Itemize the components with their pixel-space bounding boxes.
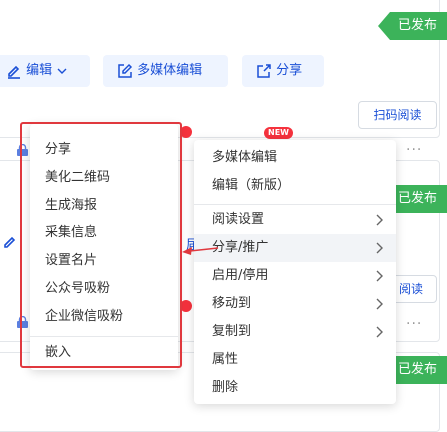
annotation-arrow-icon (182, 247, 219, 255)
edit-square-icon (118, 63, 133, 78)
chevron-right-icon (376, 242, 383, 254)
menu-item-enable-disable[interactable]: 启用/停用 (194, 262, 396, 290)
chevron-right-icon (376, 214, 383, 226)
menu-item-move-to[interactable]: 移动到 (194, 290, 396, 318)
context-menu: 多媒体编辑 编辑（新版） 阅读设置 分享/推广 启用/停用 移动到 复制到 属性… (194, 140, 396, 404)
annotation-highlight-box (20, 122, 182, 368)
menu-item-reading-settings[interactable]: 阅读设置 (194, 206, 396, 234)
more-actions-button[interactable]: ··· (406, 142, 422, 158)
menu-divider (194, 204, 396, 205)
menu-item-delete[interactable]: 删除 (194, 374, 396, 402)
menu-item-multimedia-edit[interactable]: 多媒体编辑 (194, 144, 396, 172)
multimedia-edit-label: 多媒体编辑 (137, 63, 203, 78)
menu-item-properties[interactable]: 属性 (194, 346, 396, 374)
chevron-right-icon (376, 270, 383, 282)
chevron-right-icon (376, 298, 383, 310)
new-badge: NEW (264, 127, 293, 139)
share-button[interactable]: 分享 (242, 55, 324, 87)
scan-read-button[interactable]: 扫码阅读 (358, 101, 437, 129)
edit-label: 编辑 (26, 63, 53, 78)
chevron-down-icon (57, 68, 67, 74)
edit-dropdown-button[interactable]: 编辑 (0, 55, 90, 87)
menu-item-copy-to[interactable]: 复制到 (194, 318, 396, 346)
status-badge-published: 已发布 (378, 12, 447, 40)
menu-item-share-promote[interactable]: 分享/推广 (194, 234, 396, 262)
chevron-right-icon (376, 326, 383, 338)
pen-icon (8, 65, 20, 79)
share-out-icon (257, 63, 271, 78)
menu-item-edit-new[interactable]: 编辑（新版） (194, 172, 396, 200)
share-label: 分享 (276, 63, 303, 78)
pen-icon (4, 236, 16, 248)
more-actions-button-2[interactable]: ··· (406, 316, 422, 332)
multimedia-edit-button[interactable]: 多媒体编辑 (103, 55, 228, 87)
